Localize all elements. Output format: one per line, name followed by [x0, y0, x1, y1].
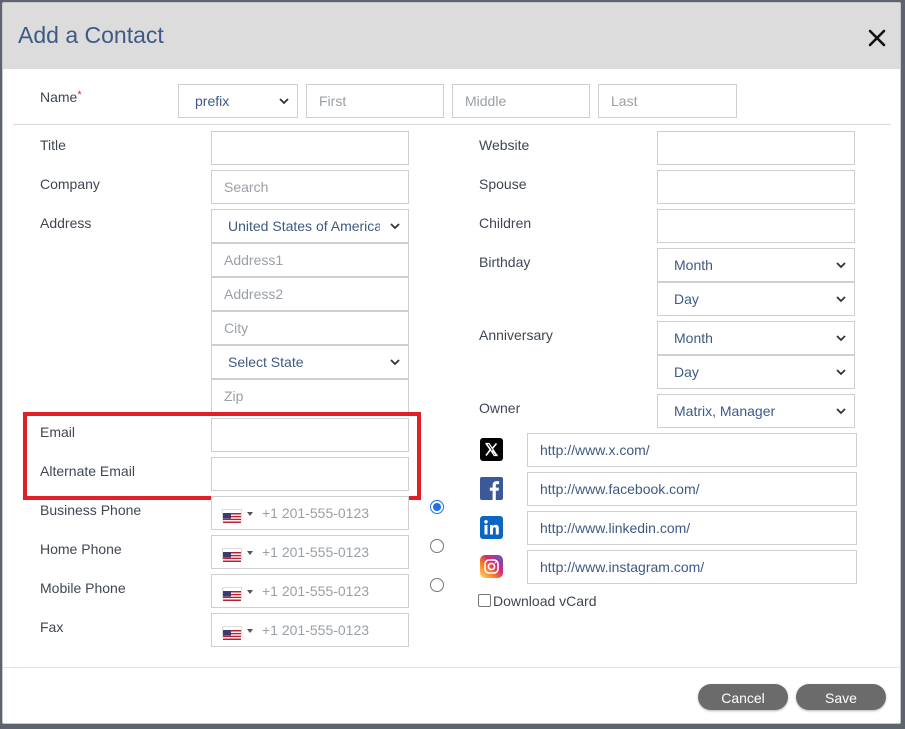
address2-input[interactable]	[211, 277, 409, 311]
spouse-input[interactable]	[657, 170, 855, 204]
address-label: Address	[40, 215, 92, 231]
title-input[interactable]	[211, 131, 409, 165]
primary-business-phone-radio[interactable]	[430, 500, 444, 514]
fax-label: Fax	[40, 619, 64, 635]
alternate-email-label: Alternate Email	[40, 463, 135, 479]
children-input[interactable]	[657, 209, 855, 243]
x-url-input[interactable]	[527, 433, 857, 467]
us-flag-icon[interactable]	[222, 626, 242, 640]
x-icon	[480, 438, 503, 461]
caret-down-icon[interactable]	[247, 590, 253, 594]
close-icon	[868, 29, 886, 47]
email-input[interactable]	[211, 418, 409, 452]
address1-input[interactable]	[211, 243, 409, 277]
children-label: Children	[479, 215, 532, 231]
country-select[interactable]: United States of America	[211, 209, 409, 243]
us-flag-icon[interactable]	[222, 509, 242, 523]
state-select[interactable]: Select State	[211, 345, 409, 379]
cancel-button[interactable]: Cancel	[698, 684, 788, 710]
instagram-url-input[interactable]	[527, 550, 857, 584]
us-flag-icon[interactable]	[222, 587, 242, 601]
spouse-label: Spouse	[479, 176, 527, 192]
save-button[interactable]: Save	[796, 684, 886, 710]
birthday-day-select[interactable]: Day	[657, 282, 855, 316]
first-name-input[interactable]	[306, 84, 444, 118]
city-input[interactable]	[211, 311, 409, 345]
facebook-url-input[interactable]	[527, 472, 857, 506]
business-phone-field	[211, 496, 409, 530]
company-search-input[interactable]	[211, 170, 409, 204]
primary-mobile-phone-radio[interactable]	[430, 578, 444, 592]
anniversary-month-select[interactable]: Month	[657, 321, 855, 355]
prefix-select[interactable]: prefix	[178, 84, 298, 118]
anniversary-label: Anniversary	[479, 327, 553, 343]
dialog-header: Add a Contact	[3, 3, 900, 69]
chevron-down-icon	[836, 262, 846, 269]
company-label: Company	[40, 176, 100, 192]
home-phone-input[interactable]	[262, 536, 407, 568]
caret-down-icon[interactable]	[247, 629, 253, 633]
chevron-down-icon	[836, 369, 846, 376]
mobile-phone-label: Mobile Phone	[40, 580, 126, 596]
home-phone-label: Home Phone	[40, 541, 122, 557]
website-label: Website	[479, 137, 530, 153]
download-vcard-checkbox[interactable]	[478, 594, 491, 607]
birthday-label: Birthday	[479, 254, 531, 270]
home-phone-field	[211, 535, 409, 569]
mobile-phone-input[interactable]	[262, 575, 407, 607]
footer-divider	[3, 667, 900, 668]
chevron-down-icon	[836, 335, 846, 342]
mobile-phone-field	[211, 574, 409, 608]
close-button[interactable]	[862, 23, 892, 53]
linkedin-url-input[interactable]	[527, 511, 857, 545]
fax-input[interactable]	[262, 614, 407, 646]
chevron-down-icon	[836, 296, 846, 303]
owner-select[interactable]: Matrix, Manager	[657, 394, 855, 428]
website-input[interactable]	[657, 131, 855, 165]
linkedin-icon	[480, 516, 503, 539]
name-label: Name*	[40, 89, 82, 105]
dialog-title: Add a Contact	[18, 22, 164, 48]
zip-input[interactable]	[211, 379, 409, 413]
business-phone-input[interactable]	[262, 497, 407, 529]
instagram-icon	[480, 555, 503, 578]
anniversary-day-select[interactable]: Day	[657, 355, 855, 389]
alternate-email-input[interactable]	[211, 457, 409, 491]
owner-label: Owner	[479, 400, 521, 416]
title-label: Title	[40, 137, 66, 153]
birthday-month-select[interactable]: Month	[657, 248, 855, 282]
caret-down-icon[interactable]	[247, 512, 253, 516]
caret-down-icon[interactable]	[247, 551, 253, 555]
us-flag-icon[interactable]	[222, 548, 242, 562]
primary-home-phone-radio[interactable]	[430, 539, 444, 553]
chevron-down-icon	[279, 98, 289, 105]
last-name-input[interactable]	[598, 84, 737, 118]
business-phone-label: Business Phone	[40, 502, 142, 518]
fax-field	[211, 613, 409, 647]
chevron-down-icon	[836, 408, 846, 415]
email-label: Email	[40, 424, 76, 440]
divider	[13, 124, 891, 125]
download-vcard-label[interactable]: Download vCard	[493, 593, 597, 609]
chevron-down-icon	[390, 359, 400, 366]
middle-name-input[interactable]	[452, 84, 590, 118]
chevron-down-icon	[390, 223, 400, 230]
add-contact-dialog: Add a Contact Name* prefix Title Company…	[2, 2, 901, 724]
required-mark: *	[77, 89, 82, 101]
facebook-icon	[480, 477, 503, 500]
